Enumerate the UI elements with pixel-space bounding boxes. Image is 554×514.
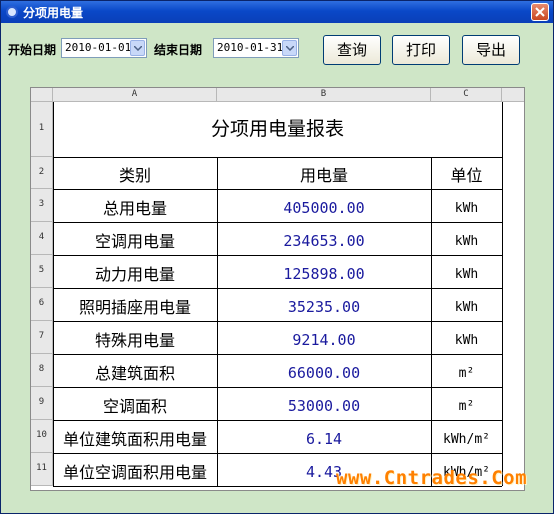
table-row-border [53,189,502,190]
table-row-border [53,255,502,256]
table-row-border [53,387,502,388]
chevron-down-icon [134,46,142,51]
title-bar[interactable]: 分项用电量 [1,1,553,23]
unit-cell[interactable]: kWh [431,321,502,354]
category-cell[interactable]: 总用电量 [53,189,217,222]
print-button[interactable]: 打印 [392,35,450,65]
table-column-border [53,102,54,486]
column-header-a[interactable]: A [53,88,217,102]
start-date-label: 开始日期 [8,43,57,57]
table-row-border [53,222,502,223]
watermark: www.Cntrades.Com [336,467,528,489]
table-row-border [53,420,502,421]
value-cell[interactable]: 125898.00 [217,255,431,288]
table-row-border [53,354,502,355]
table-row-border [53,321,502,322]
row-header-1[interactable]: 1 [31,102,53,157]
row-header-8[interactable]: 8 [31,354,53,387]
category-cell[interactable]: 单位空调面积用电量 [53,453,217,486]
table-row-border [53,157,502,158]
app-window: 分项用电量 开始日期 2010-01-01 结束日期 2010-01-31 查询… [0,0,554,514]
start-date-value: 2010-01-01 [65,41,132,54]
unit-cell[interactable]: kWh [431,189,502,222]
end-date-value: 2010-01-31 [217,41,284,54]
end-date-label: 结束日期 [154,43,203,57]
category-cell[interactable]: 特殊用电量 [53,321,217,354]
unit-cell[interactable]: kWh [431,222,502,255]
window-title: 分项用电量 [23,6,84,20]
column-header-c[interactable]: C [431,88,502,102]
select-all-corner[interactable] [31,88,53,102]
row-header-3[interactable]: 3 [31,189,53,222]
value-cell[interactable]: 234653.00 [217,222,431,255]
column-header-b[interactable]: B [217,88,431,102]
value-cell[interactable]: 9214.00 [217,321,431,354]
start-date-picker[interactable]: 2010-01-01 [61,38,147,58]
value-cell[interactable]: 35235.00 [217,288,431,321]
header-cell-unit[interactable]: 单位 [431,157,502,189]
report-title: 分项用电量报表 [210,118,344,140]
chevron-down-icon [286,46,294,51]
end-date-picker[interactable]: 2010-01-31 [213,38,299,58]
row-header-9[interactable]: 9 [31,387,53,420]
close-icon [535,7,545,17]
unit-cell[interactable]: m² [431,387,502,420]
category-cell[interactable]: 空调用电量 [53,222,217,255]
table-row-border [53,453,502,454]
header-cell-value[interactable]: 用电量 [217,157,431,189]
category-cell[interactable]: 空调面积 [53,387,217,420]
end-date-dropdown-button[interactable] [282,40,297,56]
value-cell[interactable]: 66000.00 [217,354,431,387]
unit-cell[interactable]: m² [431,354,502,387]
unit-cell[interactable]: kWh/m² [431,420,502,453]
table-column-border [431,157,432,486]
table-row-border [53,288,502,289]
app-icon [6,6,18,18]
close-button[interactable] [531,3,549,21]
report-spreadsheet[interactable]: A B C 1 2 3 4 5 6 7 8 9 10 11 分项用电量报表类别 用电量 单位总用电量 405000… [30,87,525,491]
export-button[interactable]: 导出 [462,35,520,65]
row-header-4[interactable]: 4 [31,222,53,255]
category-cell[interactable]: 总建筑面积 [53,354,217,387]
value-cell[interactable]: 53000.00 [217,387,431,420]
category-cell[interactable]: 照明插座用电量 [53,288,217,321]
table-column-border [502,102,503,486]
row-header-6[interactable]: 6 [31,288,53,321]
header-cell-category[interactable]: 类别 [53,157,217,189]
table-column-border [217,157,218,486]
unit-cell[interactable]: kWh [431,255,502,288]
row-header-7[interactable]: 7 [31,321,53,354]
category-cell[interactable]: 动力用电量 [53,255,217,288]
column-header-filler [502,88,524,102]
category-cell[interactable]: 单位建筑面积用电量 [53,420,217,453]
row-header-11[interactable]: 11 [31,453,53,486]
row-header-2[interactable]: 2 [31,157,53,189]
query-button[interactable]: 查询 [323,35,381,65]
row-header-5[interactable]: 5 [31,255,53,288]
value-cell[interactable]: 405000.00 [217,189,431,222]
row-header-10[interactable]: 10 [31,420,53,453]
toolbar: 开始日期 2010-01-01 结束日期 2010-01-31 查询 打印 导出 [1,23,553,81]
unit-cell[interactable]: kWh [431,288,502,321]
start-date-dropdown-button[interactable] [130,40,145,56]
value-cell[interactable]: 6.14 [217,420,431,453]
